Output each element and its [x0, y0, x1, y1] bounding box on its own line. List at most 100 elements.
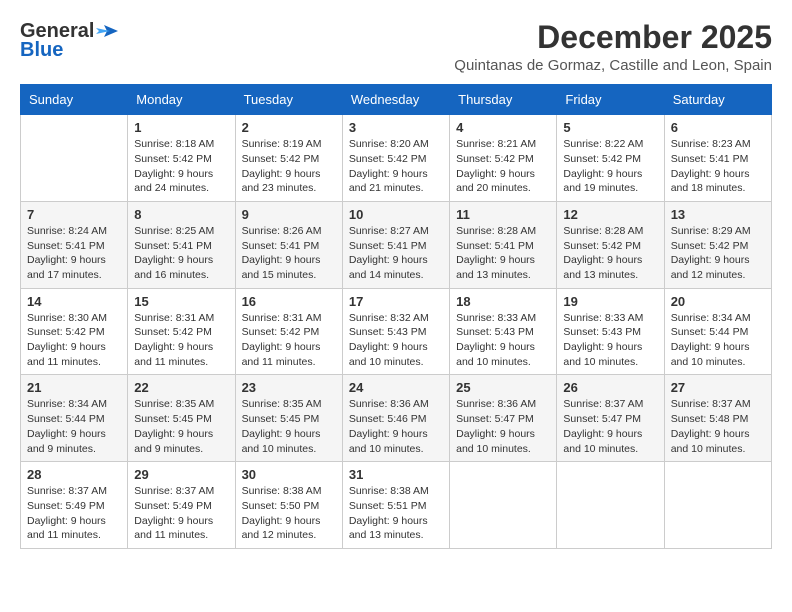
calendar-cell: 22 Sunrise: 8:35 AM Sunset: 5:45 PM Dayli…	[128, 375, 235, 462]
day-number: 31	[349, 467, 443, 482]
calendar-cell	[21, 115, 128, 202]
day-number: 3	[349, 120, 443, 135]
calendar-cell: 25 Sunrise: 8:36 AM Sunset: 5:47 PM Dayli…	[450, 375, 557, 462]
calendar-cell: 1 Sunrise: 8:18 AM Sunset: 5:42 PM Daylig…	[128, 115, 235, 202]
day-info: Sunrise: 8:35 AM Sunset: 5:45 PM Dayligh…	[134, 397, 228, 456]
calendar-cell	[557, 462, 664, 549]
calendar-cell: 31 Sunrise: 8:38 AM Sunset: 5:51 PM Dayli…	[342, 462, 449, 549]
day-info: Sunrise: 8:38 AM Sunset: 5:50 PM Dayligh…	[242, 484, 336, 543]
day-number: 28	[27, 467, 121, 482]
calendar-cell: 11Sunrise: 8:28 AM Sunset: 5:41 PM Dayli…	[450, 201, 557, 288]
calendar-header-wednesday: Wednesday	[342, 85, 449, 115]
day-number: 15	[134, 294, 228, 309]
day-info: Sunrise: 8:33 AM Sunset: 5:43 PM Dayligh…	[563, 311, 657, 370]
calendar-cell: 20 Sunrise: 8:34 AM Sunset: 5:44 PM Dayli…	[664, 288, 771, 375]
calendar-cell: 3Sunrise: 8:20 AM Sunset: 5:42 PM Daylig…	[342, 115, 449, 202]
calendar-cell: 10 Sunrise: 8:27 AM Sunset: 5:41 PM Dayli…	[342, 201, 449, 288]
day-info: Sunrise: 8:31 AM Sunset: 5:42 PM Dayligh…	[242, 311, 336, 370]
calendar-cell: 23 Sunrise: 8:35 AM Sunset: 5:45 PM Dayli…	[235, 375, 342, 462]
calendar-header-sunday: Sunday	[21, 85, 128, 115]
day-number: 22	[134, 380, 228, 395]
calendar-week-row: 1 Sunrise: 8:18 AM Sunset: 5:42 PM Daylig…	[21, 115, 772, 202]
calendar-cell: 19 Sunrise: 8:33 AM Sunset: 5:43 PM Dayli…	[557, 288, 664, 375]
day-info: Sunrise: 8:22 AM Sunset: 5:42 PM Dayligh…	[563, 137, 657, 196]
calendar-cell: 4 Sunrise: 8:21 AM Sunset: 5:42 PM Daylig…	[450, 115, 557, 202]
calendar-header-friday: Friday	[557, 85, 664, 115]
calendar-cell: 6 Sunrise: 8:23 AM Sunset: 5:41 PM Daylig…	[664, 115, 771, 202]
day-info: Sunrise: 8:36 AM Sunset: 5:46 PM Dayligh…	[349, 397, 443, 456]
day-number: 4	[456, 120, 550, 135]
day-info: Sunrise: 8:37 AM Sunset: 5:49 PM Dayligh…	[27, 484, 121, 543]
title-block: December 2025 Quintanas de Gormaz, Casti…	[454, 20, 772, 74]
day-info: Sunrise: 8:28 AM Sunset: 5:42 PM Dayligh…	[563, 224, 657, 283]
day-number: 29	[134, 467, 228, 482]
calendar-header-saturday: Saturday	[664, 85, 771, 115]
day-number: 10	[349, 207, 443, 222]
day-info: Sunrise: 8:23 AM Sunset: 5:41 PM Dayligh…	[671, 137, 765, 196]
header: General Blue December 2025 Quintanas de …	[20, 20, 772, 74]
day-info: Sunrise: 8:37 AM Sunset: 5:47 PM Dayligh…	[563, 397, 657, 456]
day-info: Sunrise: 8:30 AM Sunset: 5:42 PM Dayligh…	[27, 311, 121, 370]
day-number: 20	[671, 294, 765, 309]
day-info: Sunrise: 8:36 AM Sunset: 5:47 PM Dayligh…	[456, 397, 550, 456]
calendar-table: SundayMondayTuesdayWednesdayThursdayFrid…	[20, 84, 772, 549]
calendar-cell: 13 Sunrise: 8:29 AM Sunset: 5:42 PM Dayli…	[664, 201, 771, 288]
calendar-week-row: 14Sunrise: 8:30 AM Sunset: 5:42 PM Dayli…	[21, 288, 772, 375]
day-number: 30	[242, 467, 336, 482]
calendar-cell: 8Sunrise: 8:25 AM Sunset: 5:41 PM Daylig…	[128, 201, 235, 288]
calendar-week-row: 28 Sunrise: 8:37 AM Sunset: 5:49 PM Dayli…	[21, 462, 772, 549]
day-info: Sunrise: 8:31 AM Sunset: 5:42 PM Dayligh…	[134, 311, 228, 370]
calendar-cell: 29 Sunrise: 8:37 AM Sunset: 5:49 PM Dayli…	[128, 462, 235, 549]
day-info: Sunrise: 8:37 AM Sunset: 5:48 PM Dayligh…	[671, 397, 765, 456]
day-info: Sunrise: 8:35 AM Sunset: 5:45 PM Dayligh…	[242, 397, 336, 456]
day-info: Sunrise: 8:25 AM Sunset: 5:41 PM Dayligh…	[134, 224, 228, 283]
day-info: Sunrise: 8:37 AM Sunset: 5:49 PM Dayligh…	[134, 484, 228, 543]
calendar-week-row: 7Sunrise: 8:24 AM Sunset: 5:41 PM Daylig…	[21, 201, 772, 288]
calendar-cell: 28 Sunrise: 8:37 AM Sunset: 5:49 PM Dayli…	[21, 462, 128, 549]
calendar-cell: 12 Sunrise: 8:28 AM Sunset: 5:42 PM Dayli…	[557, 201, 664, 288]
day-info: Sunrise: 8:21 AM Sunset: 5:42 PM Dayligh…	[456, 137, 550, 196]
logo-blue-text: Blue	[20, 39, 63, 62]
calendar-cell: 14Sunrise: 8:30 AM Sunset: 5:42 PM Dayli…	[21, 288, 128, 375]
calendar-cell: 2Sunrise: 8:19 AM Sunset: 5:42 PM Daylig…	[235, 115, 342, 202]
day-info: Sunrise: 8:27 AM Sunset: 5:41 PM Dayligh…	[349, 224, 443, 283]
page-container: General Blue December 2025 Quintanas de …	[20, 20, 772, 549]
day-number: 17	[349, 294, 443, 309]
day-number: 19	[563, 294, 657, 309]
day-number: 18	[456, 294, 550, 309]
calendar-cell: 17 Sunrise: 8:32 AM Sunset: 5:43 PM Dayli…	[342, 288, 449, 375]
day-number: 11	[456, 207, 550, 222]
calendar-header-monday: Monday	[128, 85, 235, 115]
calendar-header-row: SundayMondayTuesdayWednesdayThursdayFrid…	[21, 85, 772, 115]
day-number: 6	[671, 120, 765, 135]
logo: General Blue	[20, 20, 118, 62]
day-number: 13	[671, 207, 765, 222]
day-number: 7	[27, 207, 121, 222]
calendar-cell: 7Sunrise: 8:24 AM Sunset: 5:41 PM Daylig…	[21, 201, 128, 288]
main-title: December 2025	[454, 20, 772, 55]
calendar-cell: 27Sunrise: 8:37 AM Sunset: 5:48 PM Dayli…	[664, 375, 771, 462]
subtitle: Quintanas de Gormaz, Castille and Leon, …	[454, 57, 772, 74]
day-info: Sunrise: 8:34 AM Sunset: 5:44 PM Dayligh…	[671, 311, 765, 370]
calendar-cell	[664, 462, 771, 549]
calendar-cell: 21Sunrise: 8:34 AM Sunset: 5:44 PM Dayli…	[21, 375, 128, 462]
day-info: Sunrise: 8:33 AM Sunset: 5:43 PM Dayligh…	[456, 311, 550, 370]
calendar-cell: 15 Sunrise: 8:31 AM Sunset: 5:42 PM Dayli…	[128, 288, 235, 375]
day-info: Sunrise: 8:32 AM Sunset: 5:43 PM Dayligh…	[349, 311, 443, 370]
calendar-cell: 16 Sunrise: 8:31 AM Sunset: 5:42 PM Dayli…	[235, 288, 342, 375]
day-info: Sunrise: 8:38 AM Sunset: 5:51 PM Dayligh…	[349, 484, 443, 543]
day-number: 23	[242, 380, 336, 395]
logo-bird-icon	[96, 23, 118, 41]
day-number: 2	[242, 120, 336, 135]
day-number: 25	[456, 380, 550, 395]
calendar-header-thursday: Thursday	[450, 85, 557, 115]
day-number: 16	[242, 294, 336, 309]
day-info: Sunrise: 8:18 AM Sunset: 5:42 PM Dayligh…	[134, 137, 228, 196]
calendar-cell: 30 Sunrise: 8:38 AM Sunset: 5:50 PM Dayli…	[235, 462, 342, 549]
day-number: 21	[27, 380, 121, 395]
day-number: 1	[134, 120, 228, 135]
calendar-cell: 24Sunrise: 8:36 AM Sunset: 5:46 PM Dayli…	[342, 375, 449, 462]
calendar-cell: 5Sunrise: 8:22 AM Sunset: 5:42 PM Daylig…	[557, 115, 664, 202]
day-number: 12	[563, 207, 657, 222]
day-info: Sunrise: 8:29 AM Sunset: 5:42 PM Dayligh…	[671, 224, 765, 283]
